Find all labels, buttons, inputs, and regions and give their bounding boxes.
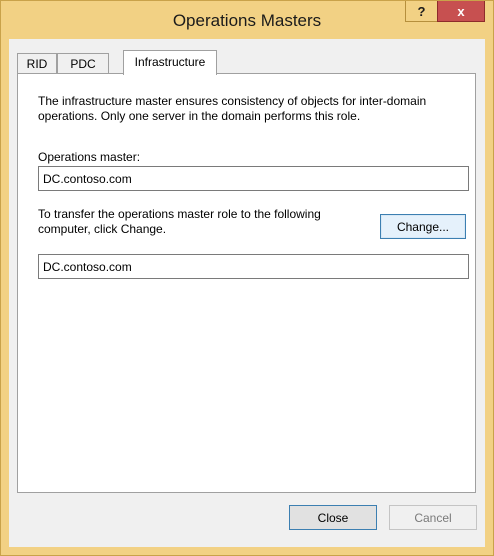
change-button[interactable]: Change...: [380, 214, 466, 239]
close-button[interactable]: Close: [289, 505, 377, 530]
tab-infrastructure[interactable]: Infrastructure: [123, 50, 217, 75]
close-icon: x: [457, 3, 465, 19]
transfer-instructions: To transfer the operations master role t…: [38, 207, 321, 236]
infrastructure-panel: The infrastructure master ensures consis…: [17, 73, 476, 493]
close-window-button[interactable]: x: [437, 1, 485, 22]
dialog-client-area: RID PDC Infrastructure The infrastructur…: [9, 39, 485, 547]
role-description: The infrastructure master ensures consis…: [38, 94, 427, 123]
operations-master-label: Operations master:: [38, 150, 141, 164]
tab-pdc[interactable]: PDC: [57, 53, 109, 73]
tab-rid[interactable]: RID: [17, 53, 57, 73]
cancel-button[interactable]: Cancel: [389, 505, 477, 530]
title-bar[interactable]: Operations Masters ? x: [1, 1, 493, 39]
help-button[interactable]: ?: [405, 1, 438, 22]
operations-master-field[interactable]: DC.contoso.com: [38, 166, 469, 191]
transfer-target-field[interactable]: DC.contoso.com: [38, 254, 469, 279]
help-icon: ?: [417, 3, 426, 19]
dialog-window: Operations Masters ? x RID PDC Infrastru…: [0, 0, 494, 556]
